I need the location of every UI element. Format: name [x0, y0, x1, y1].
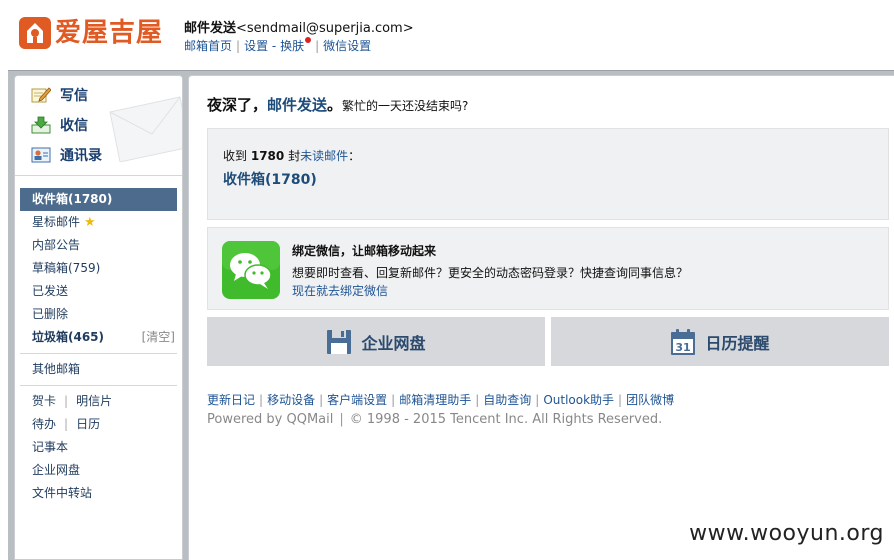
main-panel: 夜深了，邮件发送。繁忙的一天还没结束吗? 收到 1780 封未读邮件： 收件箱(… [188, 75, 894, 560]
folder-starred-label: 星标邮件 [32, 215, 81, 229]
wechat-description: 想要即时查看、回复新邮件？更安全的动态密码登录？快捷查询同事信息？ [292, 266, 689, 280]
wechat-title: 绑定微信，让邮箱移动起来 [292, 244, 437, 258]
footer-link-client-settings[interactable]: 客户端设置 [327, 393, 387, 407]
header-nav: 邮箱首页 | 设置 - 换肤 | 微信设置 [184, 37, 371, 54]
floppy-disk-icon [327, 329, 352, 354]
divider [20, 385, 177, 386]
separator: | [391, 393, 396, 407]
folder-spam[interactable]: 垃圾箱(465) [清空] [15, 326, 182, 349]
tools-row-cards: 贺卡 | 明信片 [15, 390, 182, 413]
tools-row-todo: 待办 | 日历 [15, 413, 182, 436]
mailbox-home-link[interactable]: 邮箱首页 [184, 39, 232, 53]
separator: | [339, 412, 344, 427]
mail-summary-box: 收到 1780 封未读邮件： 收件箱(1780) [207, 128, 889, 220]
separator: | [315, 39, 320, 53]
wechat-icon [222, 241, 280, 299]
separator: | [618, 393, 623, 407]
company-logo[interactable]: 爱屋吉屋 [19, 16, 169, 50]
footer-link-mobile[interactable]: 移动设备 [267, 393, 315, 407]
unread-mail-link[interactable]: 未读邮件 [300, 149, 348, 163]
enterprise-disk-label: 企业网盘 [361, 333, 426, 353]
contacts-label: 通讯录 [60, 148, 102, 164]
unread-count: 1780 [250, 149, 285, 163]
calendar-icon-day: 31 [676, 341, 691, 354]
user-name: 邮件发送 [184, 21, 237, 36]
wechat-bind-box: 绑定微信，让邮箱移动起来 想要即时查看、回复新邮件？更安全的动态密码登录？快捷查… [207, 227, 889, 310]
watermark: www.wooyun.org [689, 521, 884, 546]
logo-mark-icon [19, 17, 51, 49]
powered-by: Powered by QQMail [207, 412, 334, 427]
settings-link[interactable]: 设置 [244, 39, 268, 53]
star-icon: ★ [84, 215, 96, 230]
calendar-reminder-label: 日历提醒 [705, 333, 770, 353]
folder-sent[interactable]: 已发送 [15, 280, 182, 303]
separator: | [475, 393, 480, 407]
compose-button[interactable]: 写信 [31, 83, 88, 107]
new-indicator-dot [305, 37, 312, 43]
separator: | [64, 394, 69, 408]
wechat-settings-link[interactable]: 微信设置 [323, 39, 371, 53]
separator: | [259, 393, 264, 407]
calendar-icon: 31 [671, 328, 696, 355]
separator: | [64, 417, 69, 431]
summary-unit: 封 [288, 149, 301, 163]
mail-summary-line: 收到 1780 封未读邮件： [223, 147, 360, 164]
separator: | [535, 393, 540, 407]
footer-link-outlook[interactable]: Outlook助手 [543, 393, 614, 407]
enterprise-disk-tile[interactable]: 企业网盘 [207, 317, 545, 366]
divider [20, 353, 177, 354]
receive-label: 收信 [60, 118, 88, 134]
folder-other-mailboxes[interactable]: 其他邮箱 [15, 358, 182, 381]
contact-card-icon [31, 147, 51, 163]
folder-starred[interactable]: 星标邮件 ★ [15, 211, 182, 234]
folder-inbox[interactable]: 收件箱(1780) [20, 188, 177, 211]
summary-prefix: 收到 [223, 149, 248, 163]
folder-list: 收件箱(1780) 星标邮件 ★ 内部公告 草稿箱(759) 已发送 已删除 垃圾… [15, 176, 182, 505]
greeting: 夜深了，邮件发送。繁忙的一天还没结束吗? [207, 94, 468, 115]
dash-separator: - [271, 39, 277, 53]
inbox-arrow-icon [31, 116, 51, 134]
notes-link[interactable]: 记事本 [15, 436, 182, 459]
top-header: 爱屋吉屋 邮件发送<sendmail@superjia.com> 邮箱首页 | 设置… [0, 0, 894, 70]
separator: | [236, 39, 241, 53]
logo-text: 爱屋吉屋 [55, 18, 164, 48]
user-identity: 邮件发送<sendmail@superjia.com> [184, 17, 414, 36]
greeting-user-name: 邮件发送 [267, 96, 328, 114]
footer-link-changelog[interactable]: 更新日记 [207, 393, 255, 407]
file-transfer-link[interactable]: 文件中转站 [15, 482, 182, 505]
greeting-punct: 。 [327, 96, 343, 114]
greeting-tail: 繁忙的一天还没结束吗? [342, 99, 469, 113]
postcards-link[interactable]: 明信片 [76, 394, 112, 408]
copyright-text: © 1998 - 2015 Tencent Inc. All Rights Re… [349, 412, 663, 427]
summary-colon: ： [348, 149, 361, 163]
inbox-summary-link[interactable]: 收件箱(1780) [223, 169, 317, 189]
separator: | [319, 393, 324, 407]
todo-link[interactable]: 待办 [32, 417, 56, 431]
folder-spam-label: 垃圾箱(465) [32, 330, 105, 344]
footer-link-team-weibo[interactable]: 团队微博 [626, 393, 674, 407]
folder-drafts[interactable]: 草稿箱(759) [15, 257, 182, 280]
left-sidebar: 写信 收信 通讯录 收件箱(1780) 星标邮件 ★ 内部公告 草稿箱(759) … [14, 75, 183, 560]
bind-wechat-link[interactable]: 现在就去绑定微信 [292, 282, 388, 299]
calendar-link[interactable]: 日历 [76, 417, 100, 431]
compose-label: 写信 [60, 88, 88, 104]
quick-actions-panel: 写信 收信 通讯录 [15, 76, 182, 176]
receive-button[interactable]: 收信 [31, 113, 88, 137]
greeting-prefix: 夜深了， [207, 96, 268, 114]
contacts-button[interactable]: 通讯录 [31, 143, 102, 167]
skin-link[interactable]: 换肤 [280, 39, 304, 53]
enterprise-disk-link[interactable]: 企业网盘 [15, 459, 182, 482]
folder-deleted[interactable]: 已删除 [15, 303, 182, 326]
calendar-reminder-tile[interactable]: 31 日历提醒 [551, 317, 889, 366]
footer-links: 更新日记 | 移动设备 | 客户端设置 | 邮箱清理助手 | 自助查询 | Outlook助手 | 团队… [207, 391, 674, 408]
footer-link-cleanup[interactable]: 邮箱清理助手 [399, 393, 471, 407]
footer-link-self-service[interactable]: 自助查询 [483, 393, 531, 407]
folder-announcements[interactable]: 内部公告 [15, 234, 182, 257]
cards-link[interactable]: 贺卡 [32, 394, 56, 408]
pencil-paper-icon [31, 87, 51, 103]
clear-spam-link[interactable]: [清空] [142, 326, 175, 349]
user-email: <sendmail@superjia.com> [236, 21, 414, 36]
copyright: Powered by QQMail | © 1998 - 2015 Tencent … [207, 412, 662, 427]
envelope-decoration-icon [109, 96, 182, 162]
